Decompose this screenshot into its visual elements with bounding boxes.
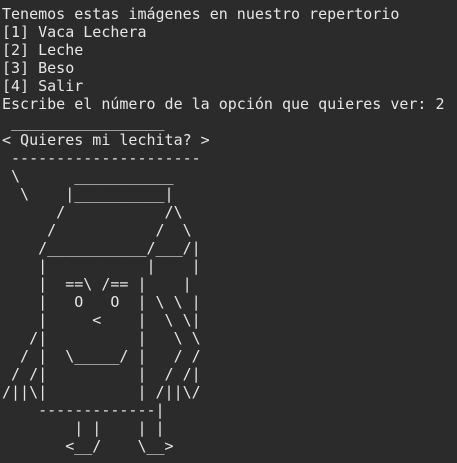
menu-option-3: [3] Beso [2, 59, 75, 77]
input-prompt[interactable]: Escribe el número de la opción que quier… [2, 95, 457, 113]
menu-option-4: [4] Salir [2, 77, 84, 95]
menu-heading: Tenemos estas imágenes en nuestro repert… [2, 5, 400, 23]
menu-option-2: [2] Leche [2, 41, 84, 59]
terminal-window: Tenemos estas imágenes en nuestro repert… [0, 0, 457, 463]
menu-option-1: [1] Vaca Lechera [2, 23, 147, 41]
ascii-milk-carton-art: _________________ < Quieres mi lechita? … [2, 113, 210, 455]
